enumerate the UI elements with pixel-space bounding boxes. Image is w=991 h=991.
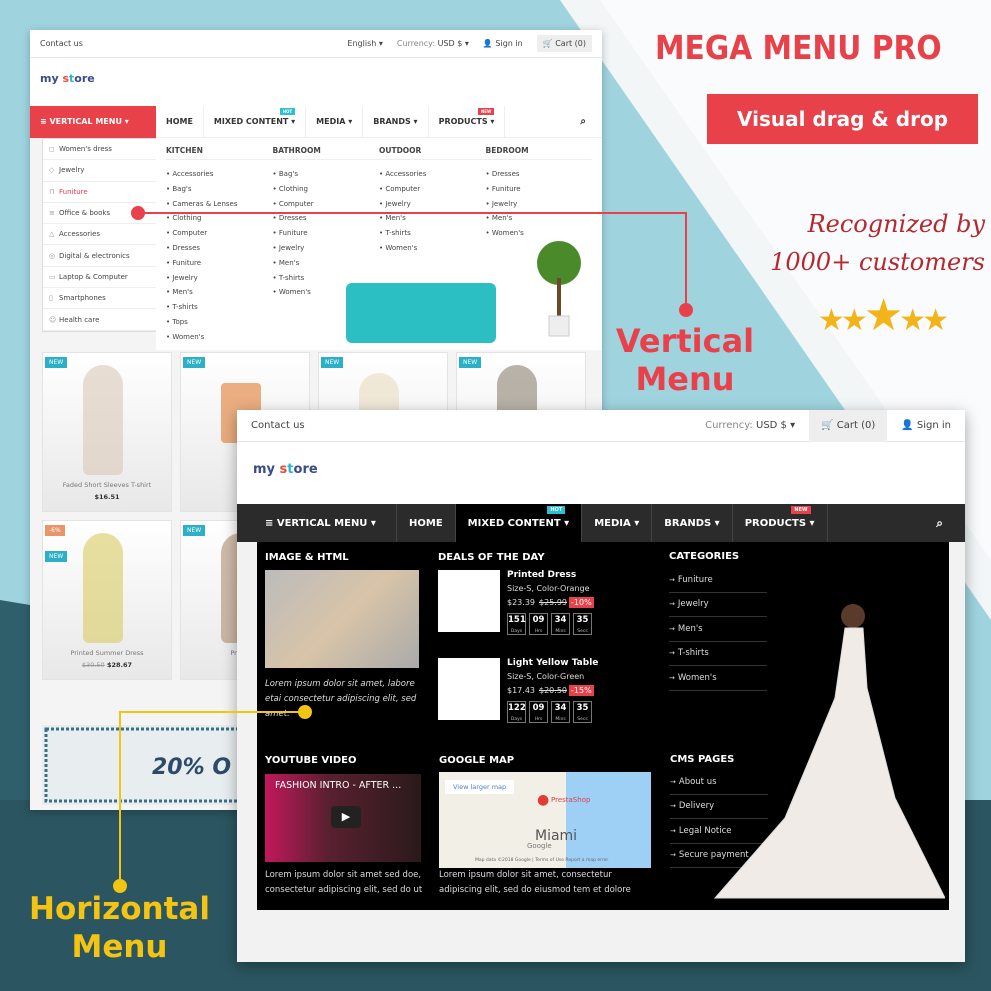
horizontal-menu-callout: Horizontal Menu — [22, 890, 217, 966]
callout-line: Horizontal — [29, 891, 210, 927]
recognized-line: 1000+ customers — [770, 248, 985, 276]
promo-title: MEGA MENU PRO — [655, 28, 942, 67]
drag-drop-badge: Visual drag & drop — [707, 94, 978, 144]
recognized-line: Recognized by — [807, 210, 985, 238]
star-icon: ★ — [899, 303, 926, 338]
star-icon: ★ — [922, 303, 949, 338]
vertical-menu-callout: Vertical Menu — [610, 322, 760, 398]
callout-line: Vertical — [615, 322, 755, 360]
star-icon: ★ — [863, 290, 904, 341]
callout-line: Menu — [71, 929, 168, 965]
rating-stars: ★★★★★ — [818, 290, 949, 341]
horizontal-callout-connector — [113, 705, 312, 893]
star-icon: ★ — [840, 303, 868, 338]
recognized-text: Recognized by 1000+ customers — [760, 205, 985, 281]
star-icon: ★ — [818, 303, 845, 338]
callout-line: Menu — [635, 360, 735, 398]
